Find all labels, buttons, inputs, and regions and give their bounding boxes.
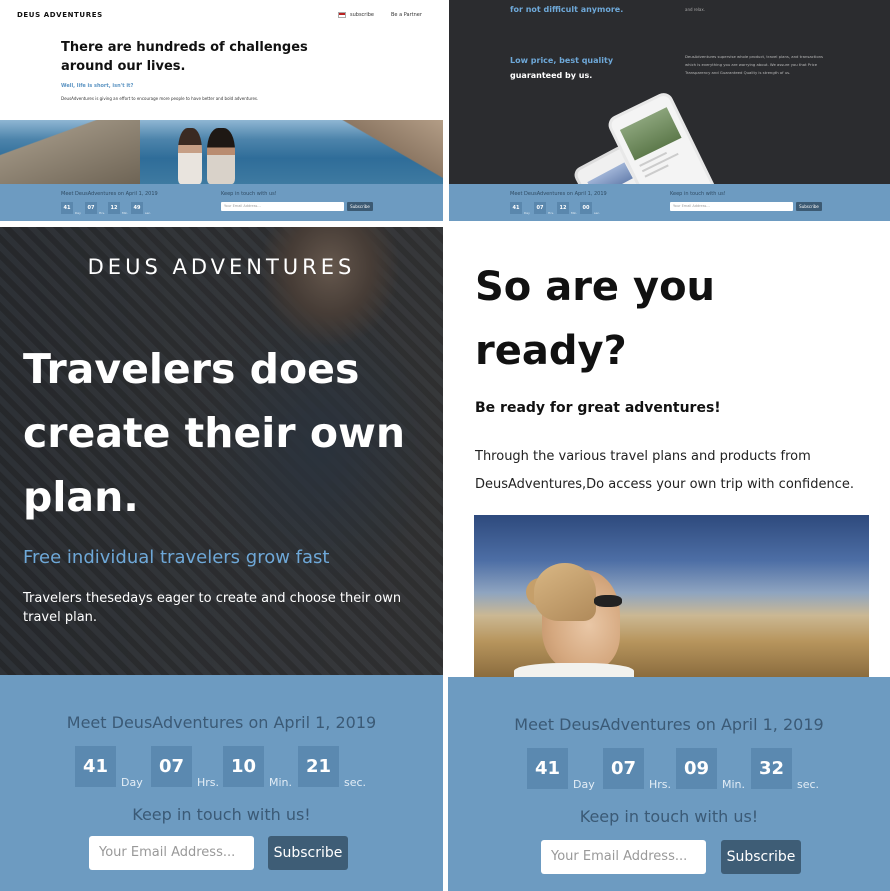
- email-input[interactable]: Your Email Address...: [670, 202, 793, 211]
- minutes-unit: Min.: [269, 776, 293, 789]
- seconds-unit: sec.: [797, 778, 820, 791]
- days-box: 41: [61, 202, 73, 214]
- hero-tagline: Well, life is short, isn't it?: [61, 83, 134, 89]
- ready-subtitle: Be ready for great adventures!: [475, 400, 721, 416]
- coast-photo: [0, 120, 443, 184]
- email-input[interactable]: Your Email Address...: [89, 836, 254, 870]
- hero-title: Travelers does create their own plan.: [23, 345, 406, 521]
- meet-text: Meet DeusAdventures on April 1, 2019: [510, 191, 607, 197]
- keep-in-touch: Keep in touch with us!: [579, 807, 759, 826]
- seconds-unit: sec.: [344, 776, 367, 789]
- subscribe-button[interactable]: Subscribe: [347, 202, 373, 211]
- hours-unit: Hrs.: [649, 778, 672, 791]
- photo-person: [207, 128, 235, 184]
- screenshot-bottom-left: DEUS ADVENTURES Travelers does create th…: [0, 227, 443, 891]
- screenshot-bottom-right: So are you ready? Be ready for great adv…: [448, 227, 890, 891]
- email-input[interactable]: Your Email Address...: [541, 840, 706, 874]
- section-heading: for not difficult anymore.: [510, 5, 624, 14]
- seconds-box: 00: [580, 202, 592, 214]
- subscribe-link[interactable]: subscribe: [350, 12, 374, 18]
- minutes-box: 09: [676, 748, 717, 789]
- hero-description: DeusAdventures is giving an effort to en…: [61, 96, 259, 101]
- hours-unit: Hrs.: [99, 211, 106, 215]
- ready-description: Through the various travel plans and pro…: [475, 449, 854, 492]
- minutes-box: 12: [557, 202, 569, 214]
- minutes-box: 12: [108, 202, 120, 214]
- minutes-unit: Min.: [122, 211, 129, 215]
- woman-photo: [474, 515, 869, 683]
- hero-title: There are hundreds of challenges around …: [61, 40, 308, 74]
- subscribe-button[interactable]: Subscribe: [721, 840, 801, 874]
- price-heading-blue: Low price, best quality: [510, 56, 614, 65]
- photo-hair: [534, 563, 596, 621]
- sunglasses-icon: [594, 595, 622, 607]
- days-unit: Day: [121, 776, 143, 789]
- hours-box: 07: [85, 202, 97, 214]
- ready-title: So are you ready?: [475, 264, 716, 374]
- price-description: DeusAdventures supervise whole product, …: [685, 54, 824, 75]
- photo-person: [178, 128, 202, 184]
- keep-in-touch: Keep in touch with us!: [132, 805, 311, 824]
- partner-link[interactable]: Be a Partner: [391, 12, 422, 18]
- hours-unit: Hrs.: [197, 776, 220, 789]
- hero-description: Travelers thesedays eager to create and …: [23, 591, 402, 625]
- price-heading: Low price, best quality guaranteed by us…: [510, 53, 660, 83]
- top-nav: DEUS ADVENTURES subscribe Be a Partner: [0, 0, 443, 30]
- seconds-box: 21: [298, 746, 339, 787]
- keep-in-touch: Keep in touch with us!: [670, 191, 726, 197]
- minutes-unit: Min.: [571, 211, 578, 215]
- minutes-unit: Min.: [722, 778, 746, 791]
- seconds-unit: sec.: [145, 211, 152, 215]
- brand-logo[interactable]: DEUS ADVENTURES: [0, 255, 443, 279]
- screenshot-top-right: for not difficult anymore. and relax. Lo…: [449, 0, 890, 221]
- meet-text: Meet DeusAdventures on April 1, 2019: [514, 715, 824, 734]
- hours-box: 07: [603, 748, 644, 789]
- days-box: 41: [527, 748, 568, 789]
- countdown-band: Meet DeusAdventures on April 1, 2019 41 …: [449, 184, 890, 221]
- photo-hill-left: [0, 120, 140, 184]
- subscribe-button[interactable]: Subscribe: [796, 202, 822, 211]
- seconds-box: 49: [131, 202, 143, 214]
- countdown-band: Meet DeusAdventures on April 1, 2019 41 …: [448, 677, 890, 891]
- seconds-box: 32: [751, 748, 792, 789]
- days-box: 41: [510, 202, 522, 214]
- meet-text: Meet DeusAdventures on April 1, 2019: [66, 713, 377, 732]
- meet-text: Meet DeusAdventures on April 1, 2019: [61, 191, 158, 197]
- countdown-band: Meet DeusAdventures on April 1, 2019 41 …: [0, 184, 443, 221]
- countdown-band: Meet DeusAdventures on April 1, 2019 41 …: [0, 675, 443, 891]
- hours-box: 07: [534, 202, 546, 214]
- brand-logo[interactable]: DEUS ADVENTURES: [17, 11, 103, 19]
- photo-hill-right: [333, 120, 443, 184]
- hero-subtitle: Free individual travelers grow fast: [23, 547, 330, 568]
- days-box: 41: [75, 746, 116, 787]
- flag-icon[interactable]: [338, 12, 346, 18]
- email-input[interactable]: Your Email Address...: [221, 202, 344, 211]
- subscribe-button[interactable]: Subscribe: [268, 836, 348, 870]
- minutes-box: 10: [223, 746, 264, 787]
- hours-box: 07: [151, 746, 192, 787]
- hours-unit: Hrs.: [548, 211, 555, 215]
- section-note: and relax.: [685, 7, 706, 12]
- keep-in-touch: Keep in touch with us!: [221, 191, 277, 197]
- days-unit: Day: [573, 778, 595, 791]
- screenshot-top-left: DEUS ADVENTURES subscribe Be a Partner T…: [0, 0, 443, 221]
- price-heading-white: guaranteed by us.: [510, 71, 593, 80]
- days-unit: Day: [75, 211, 81, 215]
- seconds-unit: sec.: [594, 211, 601, 215]
- days-unit: Day: [524, 211, 530, 215]
